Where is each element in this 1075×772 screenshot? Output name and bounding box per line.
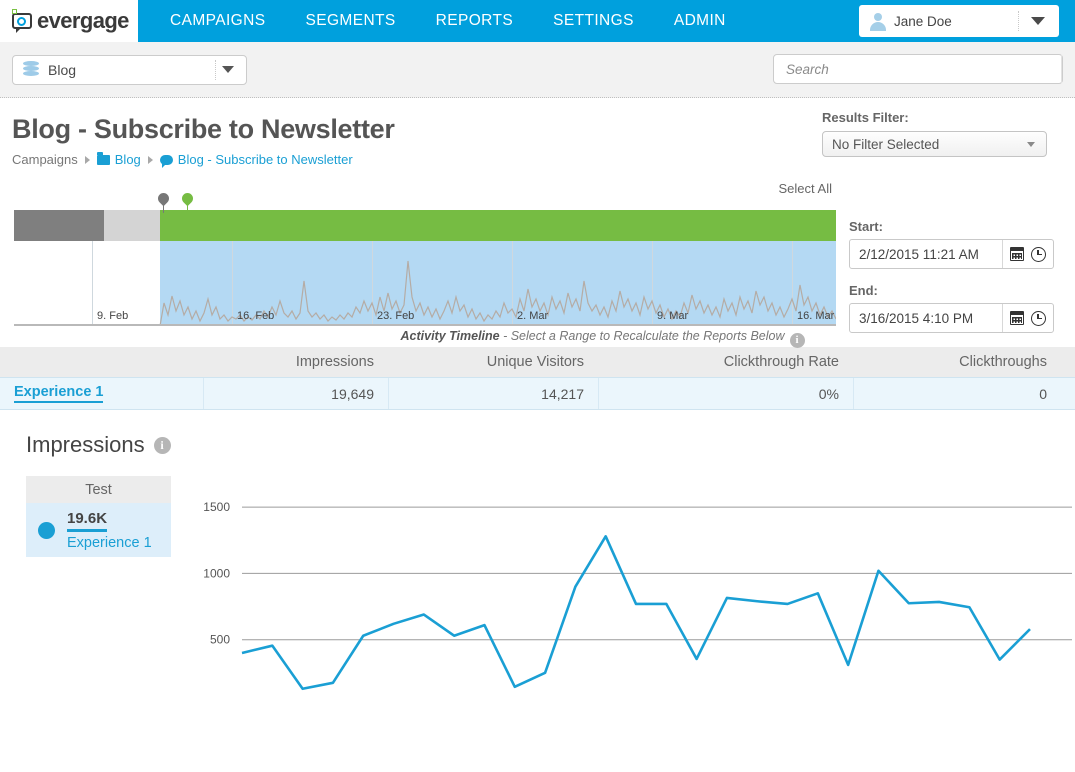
breadcrumb-item-campaigns[interactable]: Campaigns (12, 152, 78, 167)
results-filter: Results Filter: No Filter Selected (822, 110, 1047, 157)
avatar-icon (869, 12, 886, 31)
timeline-activity-plot[interactable]: 9. Feb 16. Feb 23. Feb 2. Mar 9. Mar 16.… (14, 241, 836, 326)
column-header-clickthrough-rate: Clickthrough Rate (723, 354, 839, 370)
divider (1061, 55, 1062, 83)
experience-link[interactable]: Experience 1 (14, 384, 104, 403)
table-row[interactable]: Experience 1 19,649 14,217 0% 0 (0, 377, 1075, 410)
column-header-clickthroughs: Clickthroughs (959, 354, 1047, 370)
timeline-xlabel: 2. Mar (517, 310, 549, 322)
nav-item-admin[interactable]: ADMIN (654, 0, 746, 42)
search-input[interactable] (784, 60, 1028, 78)
activity-timeline-section: 9. Feb 16. Feb 23. Feb 2. Mar 9. Mar 16.… (0, 181, 1075, 348)
timeline-xlabel: 9. Mar (657, 310, 689, 322)
svg-text:500: 500 (210, 633, 230, 647)
info-icon[interactable]: i (789, 333, 805, 348)
top-navigation-bar: evergage CAMPAIGNS SEGMENTS REPORTS SETT… (0, 0, 1075, 42)
chart-legend: Test 19.6K Experience 1 (26, 476, 171, 557)
column-header-name (0, 347, 203, 377)
legend-header: Test (26, 476, 171, 503)
breadcrumb-item-blog[interactable]: Blog (115, 152, 141, 167)
divider (215, 59, 216, 80)
breadcrumb-item-current[interactable]: Blog - Subscribe to Newsletter (178, 152, 353, 167)
column-header-unique-visitors: Unique Visitors (486, 354, 584, 370)
chevron-down-icon[interactable] (222, 66, 234, 73)
search-box[interactable] (773, 54, 1063, 84)
database-icon (23, 60, 39, 79)
legend-series-name[interactable]: Experience 1 (67, 535, 152, 551)
timeline-segment-past[interactable] (14, 210, 104, 241)
results-filter-label: Results Filter: (822, 110, 909, 125)
timeline-range-bar[interactable] (14, 210, 836, 241)
impressions-section: Impressions i Test 19.6K Experience 1 50… (0, 432, 1075, 691)
end-date-field[interactable]: 3/16/2015 4:10 PM (849, 303, 1054, 333)
timeline-xlabel: 9. Feb (97, 310, 129, 322)
user-menu[interactable]: Jane Doe (859, 5, 1059, 37)
logo-text: evergage (37, 8, 129, 33)
legend-color-dot (38, 521, 55, 539)
timeline-xlabel: 16. Mar (797, 310, 835, 322)
main-nav-items: CAMPAIGNS SEGMENTS REPORTS SETTINGS ADMI… (150, 0, 746, 42)
impressions-title: Impressions i (26, 432, 1075, 458)
nav-item-reports[interactable]: REPORTS (416, 0, 533, 42)
timeline-segment-gap[interactable] (104, 210, 160, 241)
cell-clickthrough-rate: 0% (598, 378, 853, 409)
results-filter-select[interactable]: No Filter Selected (822, 131, 1047, 157)
impressions-chart[interactable]: 500 1000 1500 (180, 460, 1075, 710)
start-date-field[interactable]: 2/12/2015 11:21 AM (849, 239, 1054, 269)
user-name-label: Jane Doe (894, 13, 952, 29)
svg-text:1500: 1500 (203, 500, 230, 514)
chevron-down-icon[interactable] (1031, 17, 1045, 25)
evergage-logo-icon (10, 9, 36, 33)
timeline-caption-rest: - Select a Range to Recalculate the Repo… (499, 329, 785, 343)
start-date-label: Start: (849, 219, 883, 234)
info-icon[interactable]: i (153, 436, 171, 454)
cell-unique-visitors: 14,217 (388, 378, 598, 409)
date-range-panel: Start: 2/12/2015 11:21 AM End: 3/16/2015… (849, 219, 1054, 333)
activity-timeline[interactable]: 9. Feb 16. Feb 23. Feb 2. Mar 9. Mar 16.… (14, 190, 836, 326)
svg-text:1000: 1000 (203, 566, 230, 580)
site-select-value: Blog (48, 61, 77, 78)
divider (1018, 11, 1019, 31)
nav-item-campaigns[interactable]: CAMPAIGNS (150, 0, 285, 42)
legend-value: 19.6K (67, 510, 108, 532)
folder-icon (96, 151, 110, 165)
chevron-down-icon[interactable] (1027, 141, 1035, 147)
timeline-start-handle[interactable] (155, 190, 172, 213)
timeline-xlabel: 16. Feb (237, 310, 275, 322)
end-date-value[interactable]: 3/16/2015 4:10 PM (859, 311, 1002, 326)
start-date-value[interactable]: 2/12/2015 11:21 AM (859, 247, 1002, 262)
table-header-row: Impressions Unique Visitors Clickthrough… (0, 347, 1075, 377)
timeline-end-handle[interactable] (179, 190, 196, 213)
calendar-icon[interactable] (1010, 311, 1024, 325)
chevron-right-icon (147, 155, 153, 164)
nav-item-segments[interactable]: SEGMENTS (285, 0, 415, 42)
clock-icon[interactable] (1031, 246, 1046, 262)
page-header: Blog - Subscribe to Newsletter Campaigns… (0, 98, 1075, 168)
cell-experience-name: Experience 1 (0, 378, 203, 409)
results-table: Impressions Unique Visitors Clickthrough… (0, 347, 1075, 410)
evergage-logo[interactable]: evergage (0, 0, 138, 42)
calendar-icon[interactable] (1010, 247, 1024, 261)
impressions-line-chart: 500 1000 1500 (203, 500, 1072, 691)
site-select[interactable]: Blog (12, 54, 247, 85)
campaign-icon (159, 154, 173, 168)
chevron-right-icon (84, 155, 90, 164)
impressions-title-text: Impressions (26, 432, 145, 457)
end-date-label: End: (849, 283, 878, 298)
cell-impressions: 19,649 (203, 378, 388, 409)
site-selector-bar: Blog (0, 42, 1075, 98)
cell-clickthroughs: 0 (853, 378, 1061, 409)
timeline-segment-active[interactable] (160, 210, 836, 241)
timeline-sparkline (159, 260, 836, 324)
column-header-impressions: Impressions (295, 354, 374, 370)
legend-item-experience-1[interactable]: 19.6K Experience 1 (26, 503, 171, 557)
nav-item-settings[interactable]: SETTINGS (533, 0, 654, 42)
clock-icon[interactable] (1031, 310, 1046, 326)
timeline-caption-bold: Activity Timeline (400, 329, 500, 343)
results-filter-value: No Filter Selected (832, 136, 940, 152)
timeline-xlabel: 23. Feb (377, 310, 415, 322)
